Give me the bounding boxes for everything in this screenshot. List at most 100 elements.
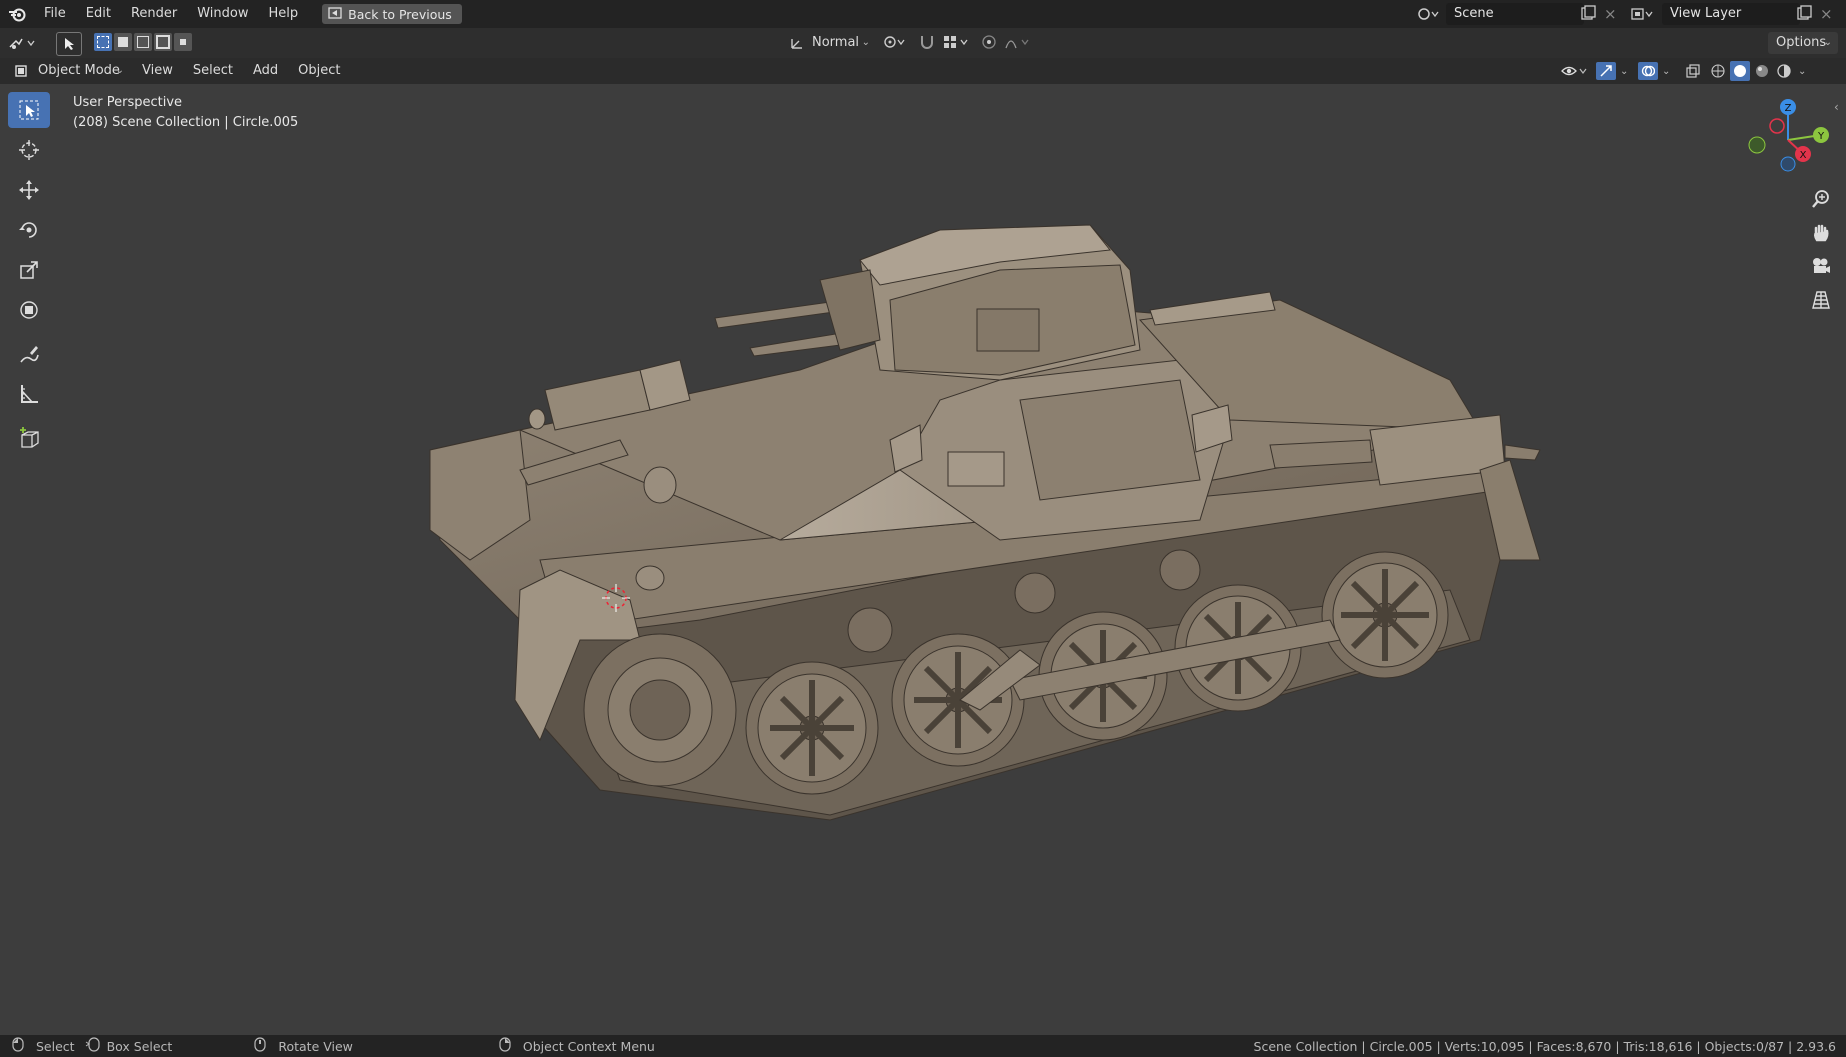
view-layer-name: View Layer <box>1670 6 1742 21</box>
add-cube-icon <box>20 427 39 448</box>
scene-type-icon[interactable] <box>1414 4 1444 24</box>
transform-orientation-dropdown[interactable]: Normal ⌄ <box>786 32 874 54</box>
transform-icon <box>20 301 38 319</box>
select-extend-icon[interactable] <box>114 33 132 51</box>
3d-viewport[interactable] <box>0 84 1846 1034</box>
status-box-select-label: Box Select <box>106 1038 173 1054</box>
overlays-toggle-icon[interactable]: ⌄ <box>1638 61 1678 81</box>
menu-file[interactable]: File <box>34 0 76 28</box>
navigation-gizmo[interactable]: Z Y X <box>1740 92 1840 182</box>
zoom-view-icon[interactable] <box>1806 184 1836 214</box>
viewport-collection-info: (208) Scene Collection | Circle.005 <box>73 115 299 130</box>
annotate-icon <box>20 346 39 363</box>
sidebar-collapse-chevron-icon[interactable]: ‹ <box>1834 100 1839 114</box>
gizmo-x-label: X <box>1800 150 1807 161</box>
solid-shading-icon[interactable] <box>1730 61 1750 81</box>
shading-options-chevron-icon[interactable]: ⌄ <box>1798 66 1812 77</box>
select-new-icon[interactable] <box>94 33 112 51</box>
measure-icon <box>21 385 38 403</box>
scene-name-field[interactable]: Scene <box>1446 3 1584 25</box>
chevron-down-icon: ⌄ <box>861 37 870 48</box>
select-intersect-icon[interactable] <box>174 33 192 51</box>
add-cube-tool[interactable] <box>8 420 50 456</box>
pan-view-hand-icon[interactable] <box>1806 218 1836 248</box>
mouse-middle-icon <box>254 1037 266 1055</box>
menu-window[interactable]: Window <box>187 0 258 28</box>
status-rotate-view-label: Rotate View <box>278 1038 353 1054</box>
select-subtract-icon[interactable] <box>134 33 152 51</box>
menu-help[interactable]: Help <box>259 0 309 28</box>
falloff-icon[interactable] <box>1004 34 1034 52</box>
selection-mode-group <box>94 33 192 51</box>
tool-shelf <box>8 92 56 460</box>
viewport-header-right: ⌄ ⌄ ⌄ <box>1560 60 1812 82</box>
mouse-right-icon <box>499 1037 511 1055</box>
options-label: Options <box>1776 35 1827 50</box>
material-shading-icon[interactable] <box>1752 61 1772 81</box>
status-context-menu-label: Object Context Menu <box>522 1038 655 1054</box>
status-select-label: Select <box>36 1038 75 1054</box>
chevron-down-icon: ⌄ <box>1823 37 1832 48</box>
rendered-shading-icon[interactable] <box>1774 61 1794 81</box>
xray-toggle-icon[interactable] <box>1682 61 1704 81</box>
wireframe-shading-icon[interactable] <box>1708 61 1728 81</box>
menu-add[interactable]: Add <box>243 58 288 84</box>
scene-statistics: Scene Collection | Circle.005 | Verts:10… <box>1253 1038 1836 1054</box>
move-tool[interactable] <box>8 172 50 208</box>
back-to-previous-label: Back to Previous <box>348 6 452 22</box>
annotate-tool[interactable] <box>8 336 50 372</box>
chevron-down-icon: ⌄ <box>115 65 124 76</box>
scale-tool[interactable] <box>8 252 50 288</box>
scene-name: Scene <box>1454 6 1494 21</box>
move-icon <box>19 180 39 200</box>
view-layer-type-icon[interactable] <box>1628 4 1658 24</box>
new-scene-icon[interactable] <box>1580 5 1600 23</box>
blender-logo-icon[interactable] <box>0 0 34 28</box>
rotate-tool[interactable] <box>8 212 50 248</box>
toggle-perspective-grid-icon[interactable] <box>1806 285 1836 315</box>
cursor-tool[interactable] <box>8 132 50 168</box>
orientation-icon <box>790 36 806 58</box>
new-view-layer-icon[interactable] <box>1796 5 1816 23</box>
mouse-drag-icon <box>85 1037 101 1055</box>
delete-view-layer-icon[interactable]: × <box>1820 5 1838 23</box>
select-tool-icon[interactable] <box>56 32 82 56</box>
back-icon <box>328 6 342 22</box>
status-bar: Select Box Select Rotate View Object Con… <box>0 1035 1846 1057</box>
object-mode-dropdown[interactable]: Object Mode ⌄ <box>10 60 128 82</box>
cursor-icon <box>19 140 39 160</box>
rotate-icon <box>19 222 37 238</box>
gizmo-z-label: Z <box>1785 103 1792 114</box>
options-dropdown[interactable]: Options ⌄ <box>1768 32 1838 54</box>
select-difference-icon[interactable] <box>154 33 172 51</box>
visibility-eye-icon[interactable] <box>1560 61 1592 81</box>
editor-type-icon[interactable] <box>8 33 44 53</box>
measure-tool[interactable] <box>8 376 50 412</box>
menu-edit[interactable]: Edit <box>76 0 121 28</box>
menu-select[interactable]: Select <box>183 58 243 84</box>
menu-view[interactable]: View <box>132 58 183 84</box>
select-box-tool[interactable] <box>8 92 50 128</box>
snap-toggle-icon[interactable] <box>918 34 938 52</box>
shading-group <box>1708 61 1794 81</box>
gizmo-toggle-icon[interactable]: ⌄ <box>1596 61 1634 81</box>
delete-scene-icon[interactable]: × <box>1604 5 1622 23</box>
snap-target-icon[interactable] <box>942 34 972 52</box>
select-box-icon <box>19 100 39 120</box>
menu-object[interactable]: Object <box>288 58 350 84</box>
pivot-point-icon[interactable] <box>882 34 910 52</box>
mouse-left-icon <box>12 1037 24 1055</box>
object-mode-icon <box>14 64 28 86</box>
gizmo-y-label: Y <box>1817 131 1825 142</box>
transform-tool[interactable] <box>8 292 50 328</box>
object-mode-label: Object Mode <box>38 63 120 78</box>
scale-icon <box>20 261 38 279</box>
orientation-value: Normal <box>812 35 860 50</box>
back-to-previous-button[interactable]: Back to Previous <box>322 4 462 24</box>
viewport-menus: View Select Add Object <box>132 58 350 84</box>
menu-render[interactable]: Render <box>121 0 187 28</box>
camera-view-icon[interactable] <box>1806 251 1836 281</box>
view-layer-name-field[interactable]: View Layer <box>1662 3 1800 25</box>
viewport-perspective-label: User Perspective <box>73 95 183 110</box>
proportional-editing-icon[interactable] <box>980 34 1000 52</box>
